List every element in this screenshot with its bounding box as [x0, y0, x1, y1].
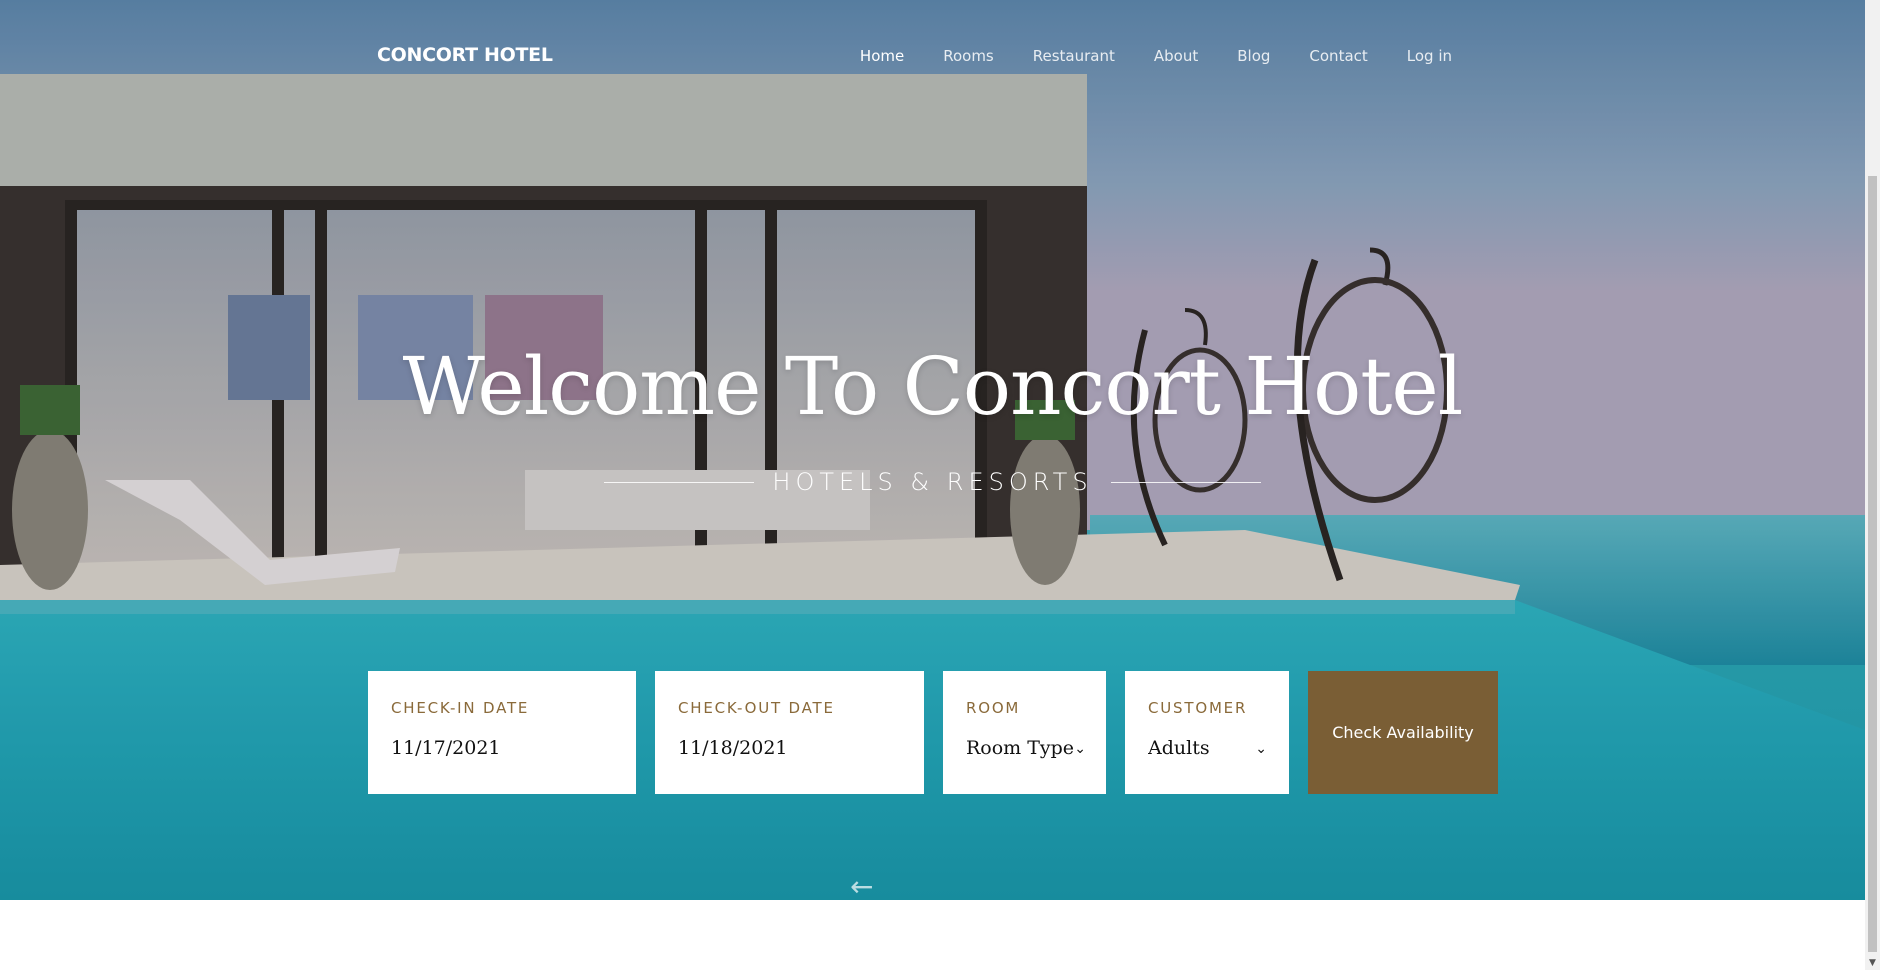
site-logo[interactable]: CONCORT HOTEL: [377, 44, 553, 66]
customer-label: CUSTOMER: [1148, 699, 1248, 717]
nav-contact[interactable]: Contact: [1309, 47, 1367, 65]
room-label: ROOM: [966, 699, 1021, 717]
checkout-field[interactable]: CHECK-OUT DATE 11/18/2021: [655, 671, 924, 794]
divider-left: [604, 481, 755, 483]
main-nav: Home Rooms Restaurant About Blog Contact…: [860, 47, 1452, 66]
check-availability-button[interactable]: Check Availability: [1308, 671, 1498, 794]
hero-subtitle: HOTELS & RESORTS: [772, 468, 1093, 496]
scrollbar[interactable]: ▼: [1865, 0, 1880, 970]
scroll-down-icon[interactable]: ▼: [1865, 958, 1880, 968]
nav-restaurant[interactable]: Restaurant: [1033, 47, 1115, 65]
nav-about[interactable]: About: [1154, 47, 1198, 65]
room-type-select[interactable]: Room Type: [966, 737, 1084, 759]
hero-banner: CONCORT HOTEL Home Rooms Restaurant Abou…: [0, 0, 1865, 900]
hero-subtitle-row: HOTELS & RESORTS: [0, 468, 1865, 496]
checkout-input[interactable]: 11/18/2021: [678, 737, 901, 759]
checkin-field[interactable]: CHECK-IN DATE 11/17/2021: [368, 671, 636, 794]
arrow-left-icon[interactable]: ←: [850, 873, 873, 901]
hero-overlay: [0, 0, 1865, 900]
hero-title: Welcome To Concort Hotel: [402, 340, 1464, 433]
checkin-input[interactable]: 11/17/2021: [391, 737, 613, 759]
checkout-label: CHECK-OUT DATE: [678, 699, 835, 717]
chevron-down-icon[interactable]: ⌄: [1074, 741, 1086, 757]
divider-right: [1110, 481, 1261, 483]
page: CONCORT HOTEL Home Rooms Restaurant Abou…: [0, 0, 1880, 970]
checkin-label: CHECK-IN DATE: [391, 699, 530, 717]
customer-field[interactable]: CUSTOMER Adults ⌄: [1125, 671, 1289, 794]
nav-blog[interactable]: Blog: [1237, 47, 1270, 65]
customer-select[interactable]: Adults: [1148, 737, 1266, 759]
nav-home[interactable]: Home: [860, 47, 904, 65]
room-field[interactable]: ROOM Room Type ⌄: [943, 671, 1106, 794]
nav-rooms[interactable]: Rooms: [943, 47, 994, 65]
chevron-down-icon[interactable]: ⌄: [1255, 741, 1267, 757]
scrollbar-thumb[interactable]: [1868, 176, 1877, 952]
nav-login[interactable]: Log in: [1407, 47, 1452, 65]
